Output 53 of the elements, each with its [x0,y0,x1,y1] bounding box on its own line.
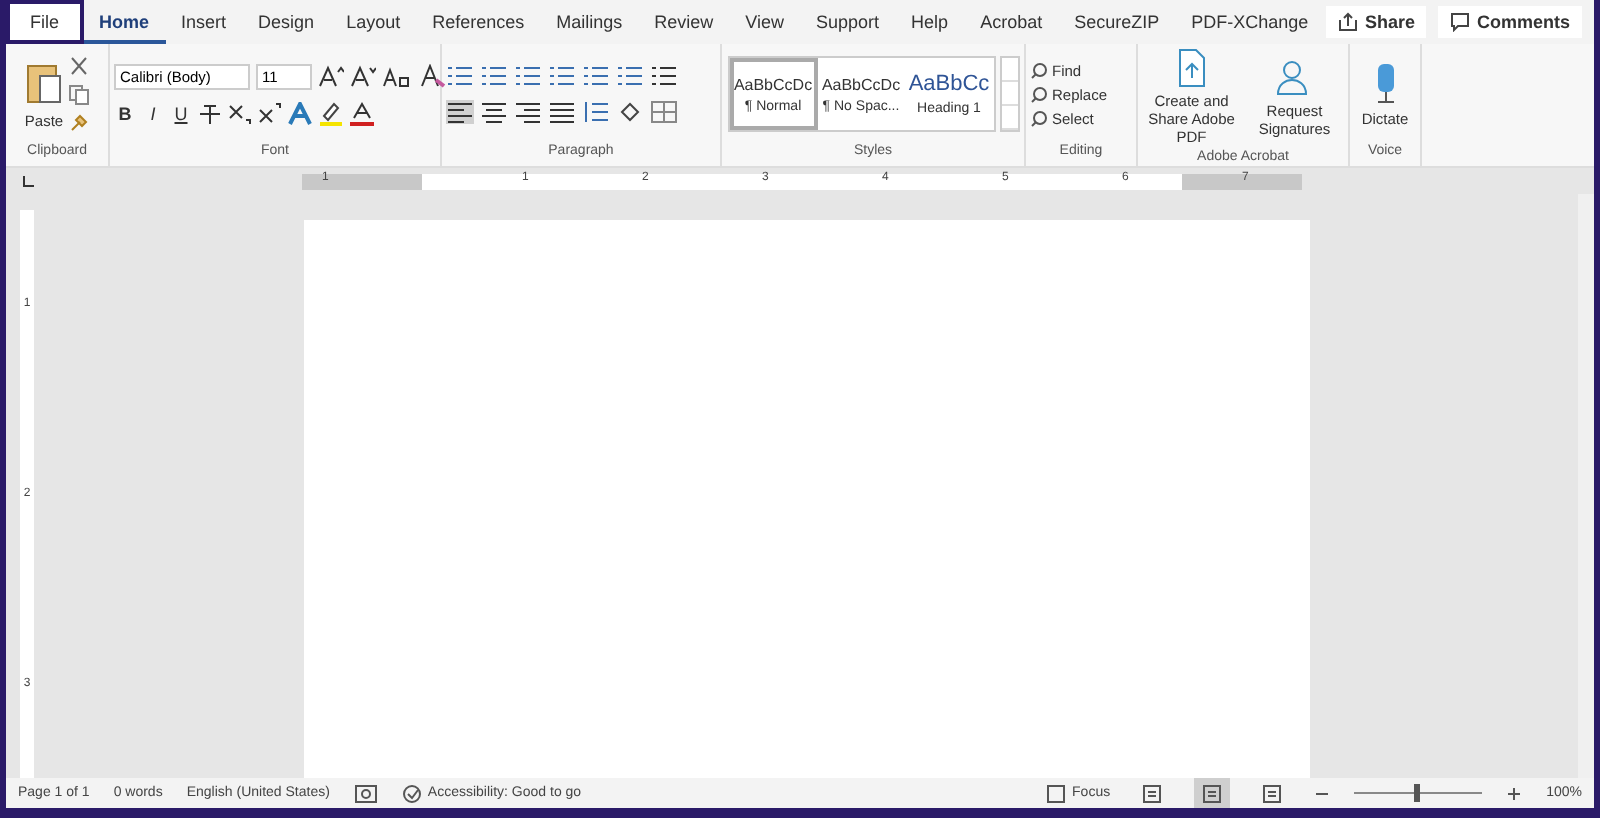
ribbon-tab[interactable]: View [729,0,801,44]
ribbon-tab[interactable]: Insert [165,0,243,44]
file-tab[interactable]: File [6,0,84,44]
ribbon-tab[interactable]: References [416,0,541,44]
ribbon-tab[interactable]: Design [242,0,331,44]
macro-icon[interactable] [353,783,378,803]
print-layout-button[interactable] [1194,778,1231,808]
italic-button[interactable]: I [142,103,164,123]
zoom-in-icon[interactable] [1506,785,1523,801]
comment-icon [1450,12,1471,32]
ribbon-tab[interactable]: Help [895,0,965,44]
tab-stop-icon[interactable] [20,173,36,189]
vertical-scrollbar[interactable] [1578,194,1594,778]
zoom-slider-thumb[interactable] [1414,784,1421,802]
align-left-icon[interactable] [446,100,474,124]
underline-button[interactable]: U [170,103,192,123]
highlighter-icon[interactable] [318,101,344,125]
page-icon [1202,783,1223,803]
bullets-icon[interactable] [446,64,474,88]
justify-icon[interactable] [548,100,576,124]
comments-button[interactable]: Comments [1438,6,1582,38]
ribbon-tab[interactable]: Support [800,0,896,44]
page-icon [1262,783,1283,803]
ribbon-tab[interactable]: Review [638,0,730,44]
bold-button[interactable]: B [114,103,136,123]
scissors-icon[interactable] [68,55,90,77]
copy-icon[interactable] [68,83,90,105]
line-spacing-icon[interactable] [582,100,610,124]
text-effects-icon[interactable] [288,101,312,125]
grow-font-icon[interactable] [318,64,344,88]
clear-formatting-icon[interactable] [420,64,446,88]
ribbon-tab[interactable]: PDF-XChange [1175,0,1325,44]
ribbon-tab[interactable]: Layout [330,0,417,44]
share-button[interactable]: Share [1326,6,1427,38]
ribbon-tab[interactable]: Acrobat [964,0,1059,44]
paintbrush-icon[interactable] [68,111,90,133]
clipboard-icon [24,59,64,107]
ribbon-tab[interactable]: Home [83,0,166,44]
align-right-icon[interactable] [514,100,542,124]
ribbon-tab[interactable]: Mailings [540,0,639,44]
shrink-font-icon[interactable] [350,64,376,88]
accessibility-icon [401,783,422,803]
superscript-icon[interactable] [258,101,282,125]
focus-icon [1046,783,1067,803]
strikethrough-icon[interactable] [198,101,222,125]
font-color-icon[interactable] [350,101,374,125]
share-icon [1338,12,1359,32]
search-icon [1030,61,1048,79]
align-center-icon[interactable] [480,100,508,124]
subscript-icon[interactable] [228,101,252,125]
change-case-icon[interactable] [382,64,414,88]
ribbon-tab[interactable]: SecureZIP [1058,0,1176,44]
page-icon [1142,783,1163,803]
